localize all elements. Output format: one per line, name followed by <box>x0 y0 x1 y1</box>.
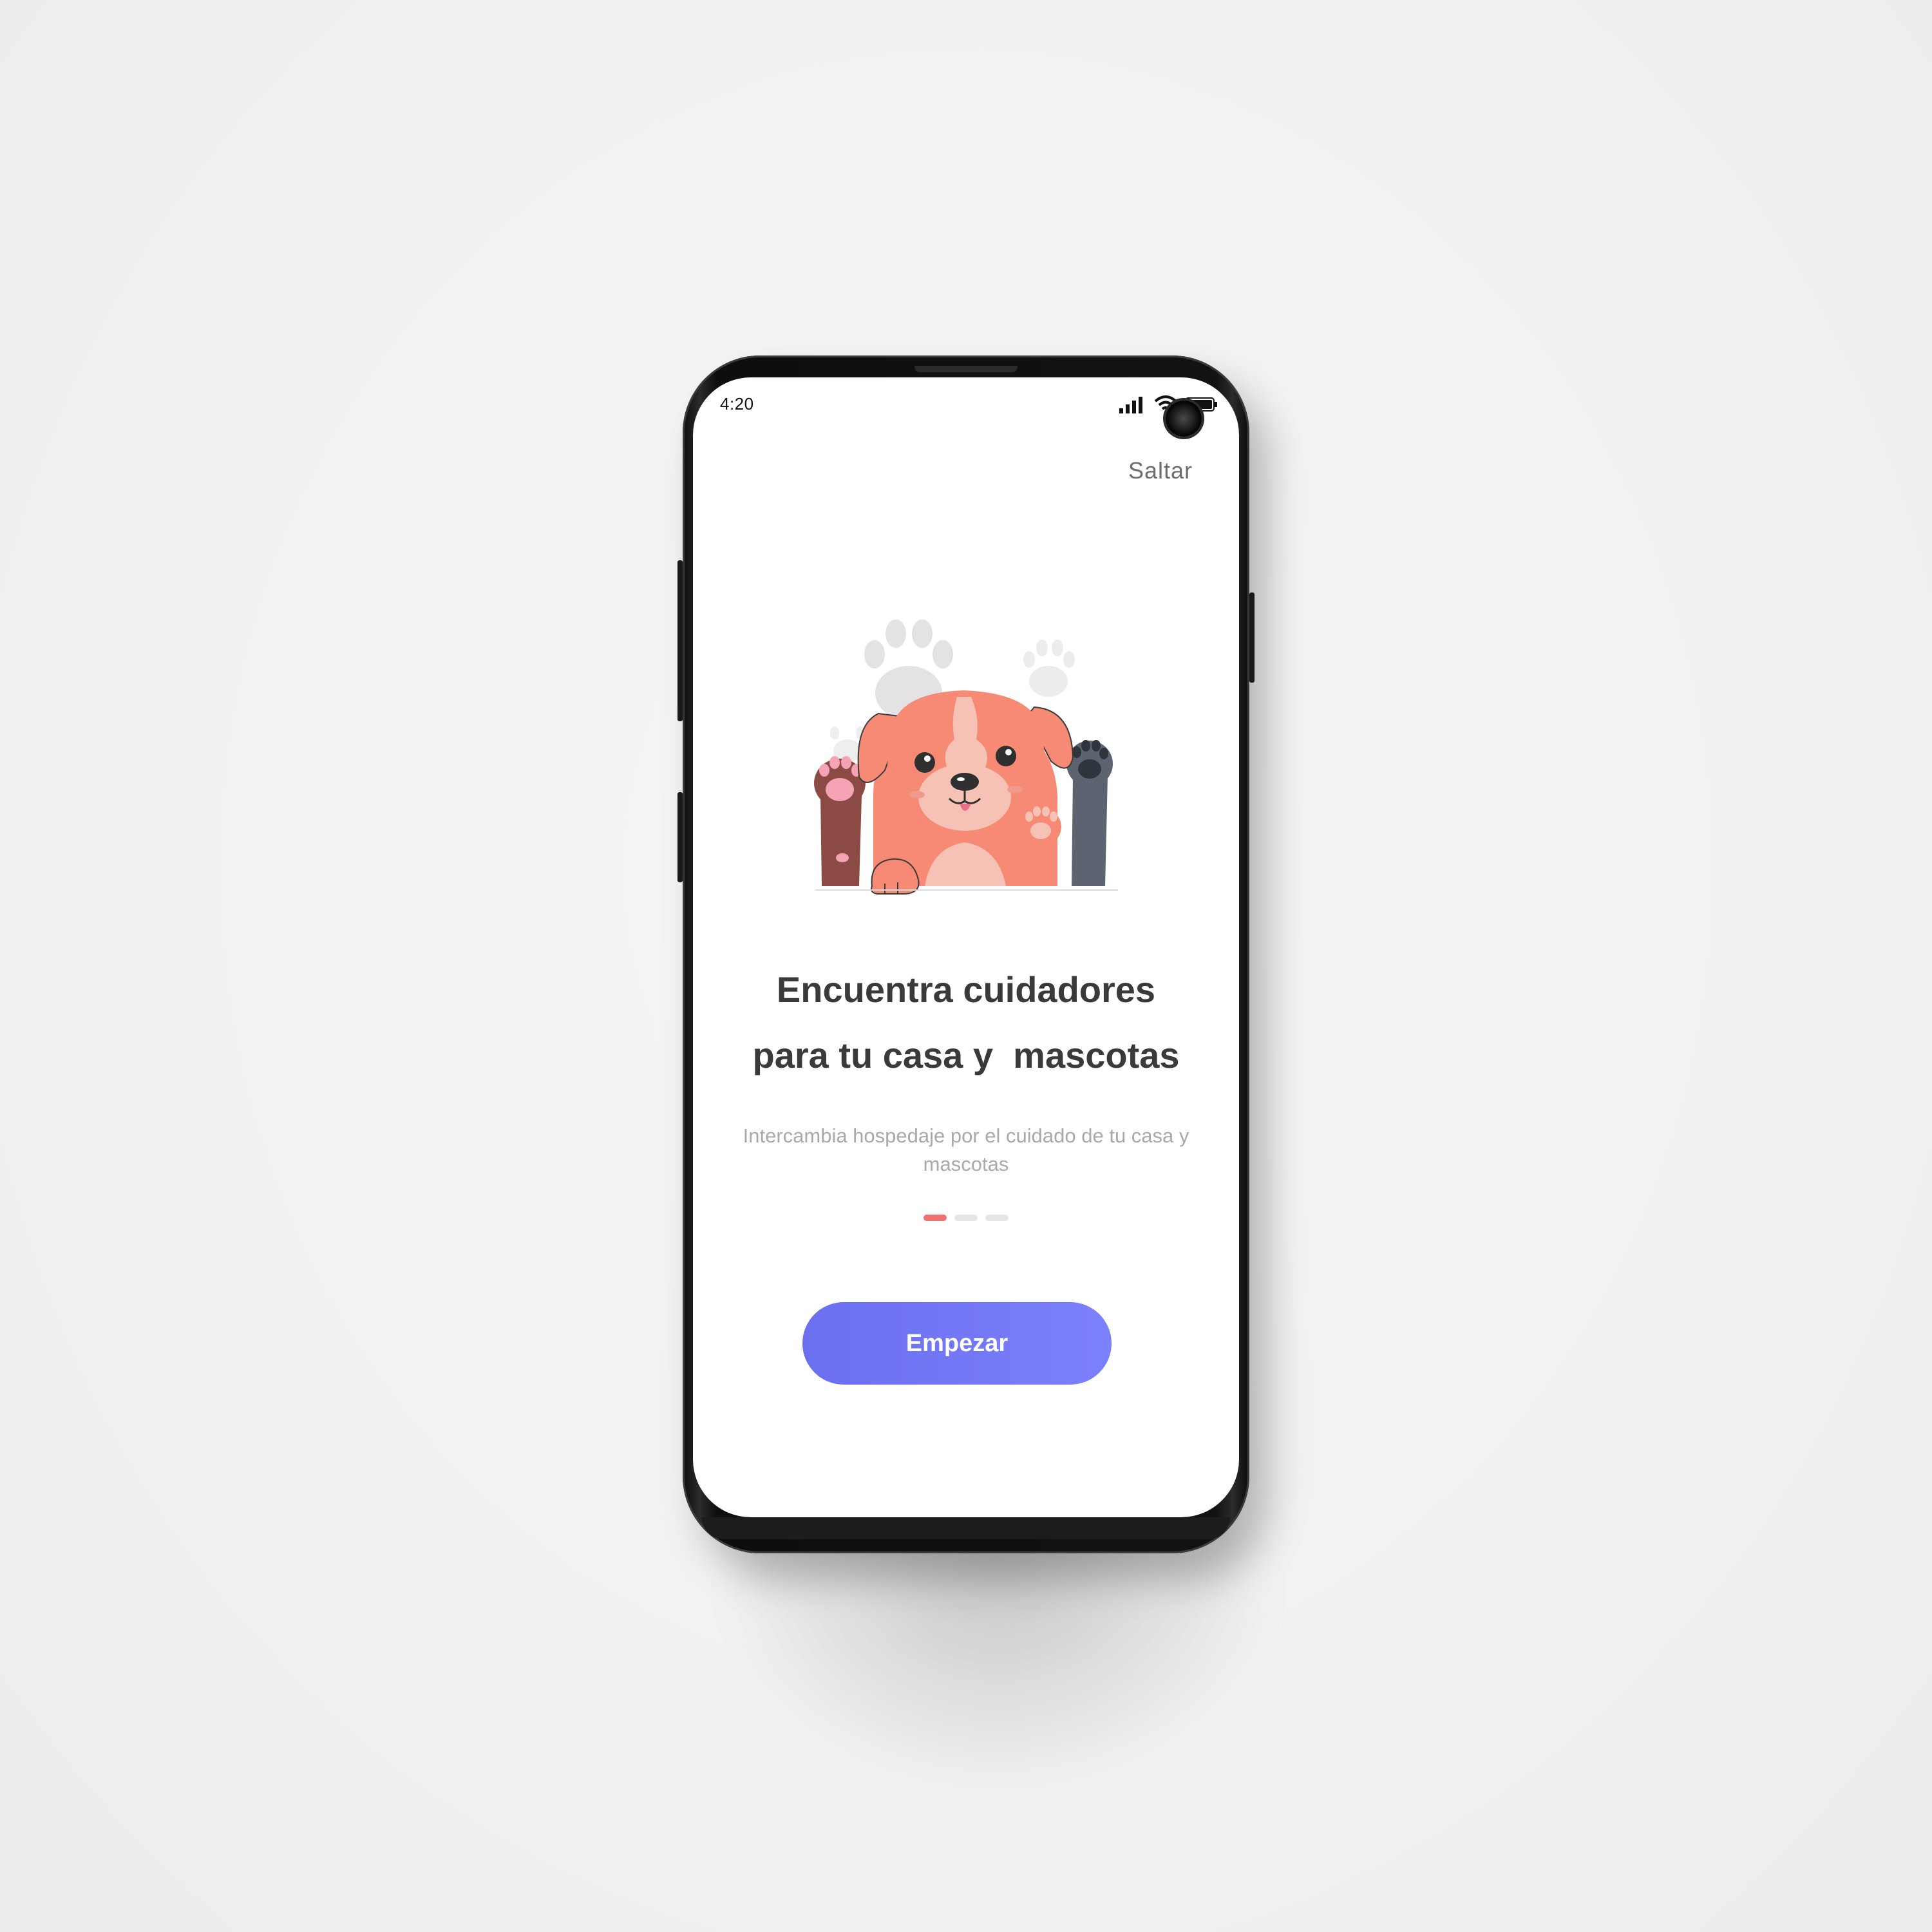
background-paw-small-icon <box>1023 639 1075 697</box>
dog-illustration <box>814 620 1118 895</box>
grey-paw-icon <box>1066 740 1113 886</box>
volume-down-button <box>677 792 683 882</box>
signal-icon <box>1119 397 1142 413</box>
title-line-1: Encuentra cuidadores <box>776 969 1156 1010</box>
start-button[interactable]: Empezar <box>802 1302 1112 1385</box>
brown-paw-icon <box>814 756 866 886</box>
title-line-2: para tu casa y mascotas <box>752 1035 1180 1075</box>
page-dot-2[interactable] <box>954 1215 978 1221</box>
page-dot-1[interactable] <box>923 1215 947 1221</box>
front-camera <box>1166 401 1202 437</box>
onboarding-subtitle: Intercambia hospedaje por el cuidado de … <box>743 1124 1189 1175</box>
page-indicator <box>693 1215 1239 1221</box>
page-dot-3[interactable] <box>985 1215 1009 1221</box>
app-screen: 4:20 Saltar Encuentra cuidadores para tu… <box>693 377 1239 1517</box>
phone-bottom-bezel <box>702 1517 1230 1539</box>
status-time: 4:20 <box>720 394 754 413</box>
earpiece <box>914 366 1018 372</box>
power-button <box>1249 592 1255 683</box>
skip-button[interactable]: Saltar <box>1128 457 1193 484</box>
onboarding-title: Encuentra cuidadores para tu casa y masc… <box>693 957 1239 1088</box>
dog-body <box>857 690 1074 895</box>
volume-button <box>677 560 683 721</box>
